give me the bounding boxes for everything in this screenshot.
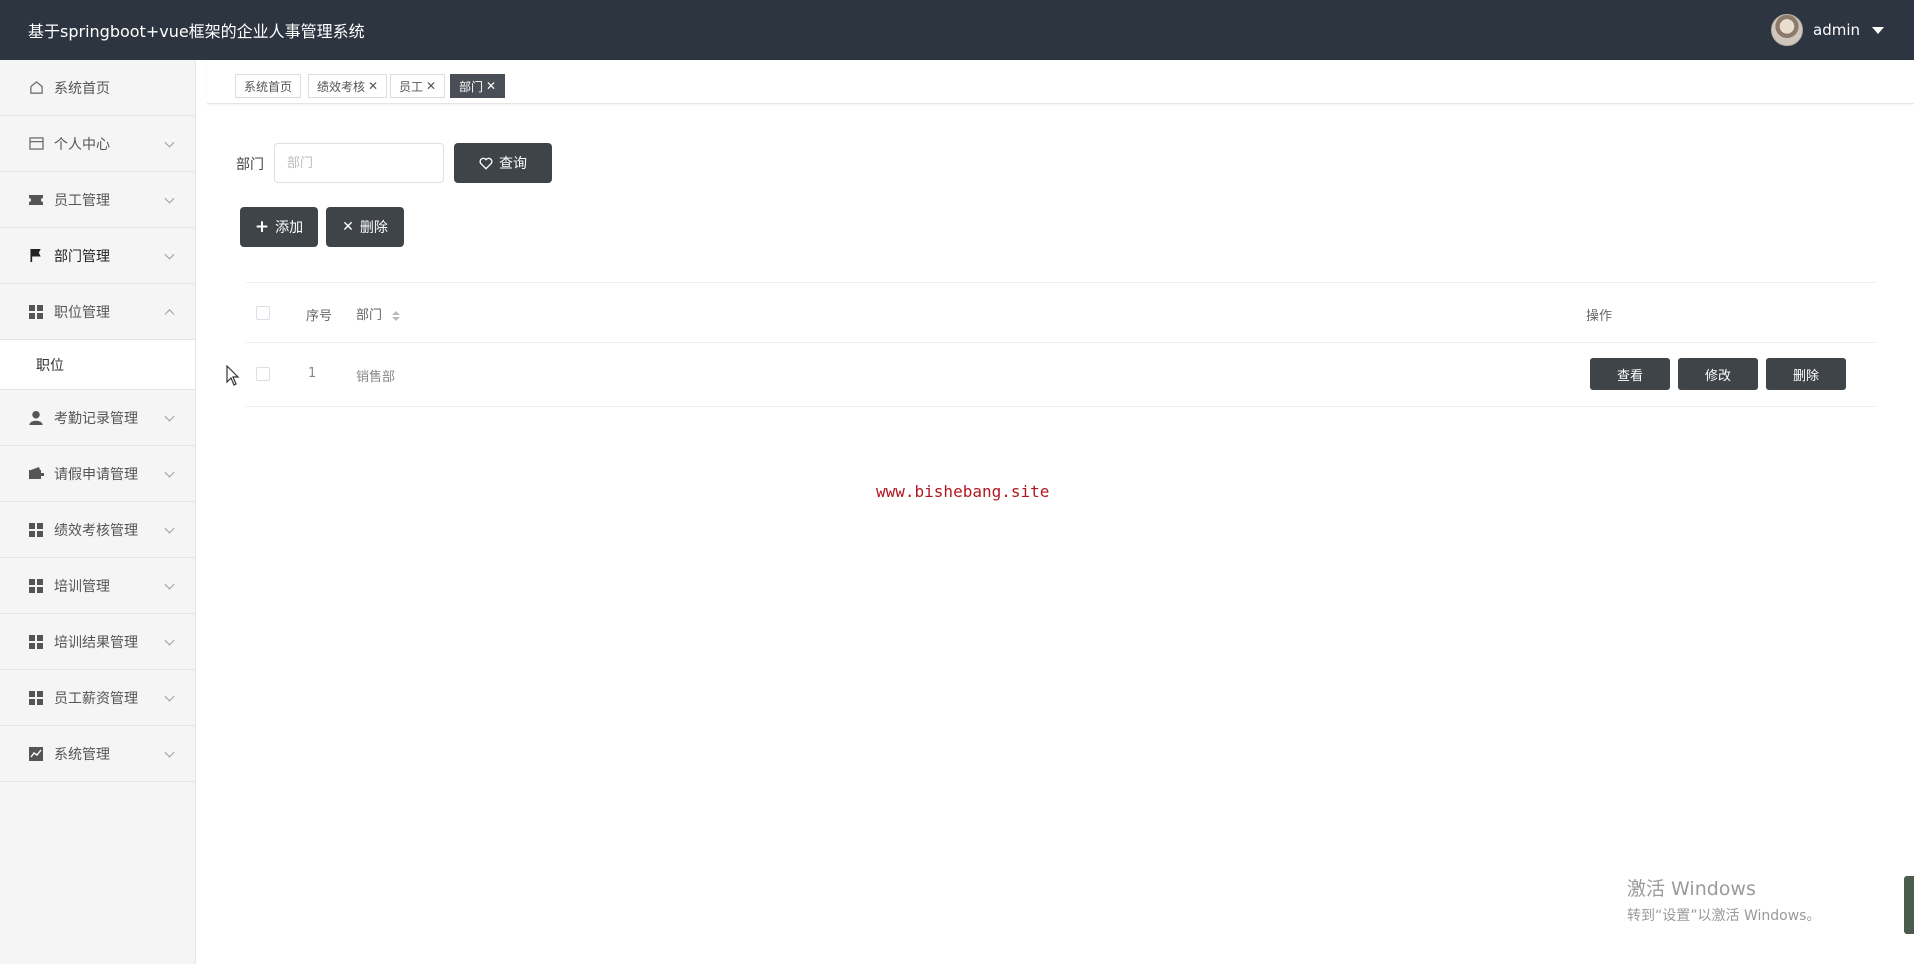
sidebar-item-employees[interactable]: 员工管理 — [0, 172, 195, 228]
sidebar-item-label: 绩效考核管理 — [54, 522, 138, 539]
sidebar-item-label: 员工管理 — [54, 192, 110, 209]
app-title: 基于springboot+vue框架的企业人事管理系统 — [28, 22, 365, 41]
grid-icon — [28, 522, 44, 538]
wallet-icon — [28, 466, 44, 482]
table-header: 序号 部门 操作 — [246, 283, 1876, 343]
sidebar-item-training[interactable]: 培训管理 — [0, 558, 195, 614]
home-icon — [28, 80, 44, 96]
tab-label: 员工 — [399, 79, 424, 94]
chevron-down-icon — [164, 747, 175, 758]
sidebar-item-label: 培训管理 — [54, 578, 110, 595]
sidebar-item-leave[interactable]: 请假申请管理 — [0, 446, 195, 502]
heart-icon — [479, 157, 493, 170]
tab-bar: 系统首页 绩效考核 ✕ 员工 ✕ 部门 ✕ — [207, 60, 1914, 104]
sidebar-item-label: 系统首页 — [54, 80, 110, 97]
add-button-label: 添加 — [275, 220, 304, 236]
tab-home[interactable]: 系统首页 — [235, 74, 302, 98]
top-header: 基于springboot+vue框架的企业人事管理系统 admin — [0, 0, 1914, 60]
user-icon — [28, 410, 44, 426]
tab-label: 系统首页 — [244, 79, 293, 94]
sidebar-item-label: 请假申请管理 — [54, 466, 138, 483]
chevron-down-icon — [164, 467, 175, 478]
table-row: 1 销售部 查看 修改 删除 — [246, 343, 1876, 407]
chevron-down-icon — [164, 635, 175, 646]
grid-icon — [28, 634, 44, 650]
chevron-down-icon — [164, 193, 175, 204]
tab-label: 部门 — [459, 79, 484, 94]
batch-delete-button[interactable]: ✕ 删除 — [326, 207, 404, 247]
sidebar-item-profile[interactable]: 个人中心 — [0, 116, 195, 172]
ticket-icon — [28, 192, 44, 208]
sidebar-item-label: 职位管理 — [54, 304, 110, 321]
sidebar-item-label: 个人中心 — [54, 136, 110, 153]
search-button-label: 查询 — [499, 156, 527, 172]
chevron-down-icon — [164, 579, 175, 590]
grid-icon — [28, 690, 44, 706]
department-table: 序号 部门 操作 1 销售部 查看 修改 删除 — [246, 282, 1876, 407]
chevron-up-icon — [164, 308, 175, 319]
windows-activation-notice: 激活 Windows 转到“设置”以激活 Windows。 — [1627, 874, 1820, 925]
submenu-item-label: 职位 — [36, 357, 64, 374]
watermark-text: www.bishebang.site — [876, 482, 1050, 501]
edit-button[interactable]: 修改 — [1678, 358, 1758, 390]
tab-performance[interactable]: 绩效考核 ✕ — [308, 74, 388, 98]
sidebar: 系统首页 个人中心 员工管理 部门管理 职位管理 职位 考勤记录管理 请假申请管… — [0, 60, 196, 964]
sidebar-item-label: 部门管理 — [54, 248, 110, 265]
sidebar-item-attendance[interactable]: 考勤记录管理 — [0, 390, 195, 446]
column-header-index: 序号 — [306, 309, 333, 324]
sidebar-item-performance[interactable]: 绩效考核管理 — [0, 502, 195, 558]
sidebar-item-label: 考勤记录管理 — [54, 410, 138, 427]
grid-icon — [28, 578, 44, 594]
submenu-item-position[interactable]: 职位 — [0, 340, 195, 390]
column-header-department[interactable]: 部门 — [356, 304, 401, 323]
column-header-ops: 操作 — [1586, 309, 1613, 324]
sort-icon[interactable] — [392, 310, 401, 321]
row-department: 销售部 — [356, 370, 396, 385]
sidebar-item-positions[interactable]: 职位管理 — [0, 284, 195, 340]
sidebar-item-label: 系统管理 — [54, 746, 110, 763]
tab-departments[interactable]: 部门 ✕ — [450, 74, 506, 98]
username[interactable]: admin — [1813, 21, 1860, 39]
add-button[interactable]: + 添加 — [240, 207, 318, 247]
column-header-department-label: 部门 — [356, 308, 383, 323]
chevron-down-icon — [164, 411, 175, 422]
x-icon: ✕ — [342, 219, 354, 235]
sidebar-item-home[interactable]: 系统首页 — [0, 60, 195, 116]
sidebar-item-departments[interactable]: 部门管理 — [0, 228, 195, 284]
sidebar-item-label: 员工薪资管理 — [54, 690, 138, 707]
grid-icon — [28, 304, 44, 320]
close-icon[interactable]: ✕ — [426, 79, 436, 93]
chart-icon — [28, 746, 44, 762]
search-label: 部门 — [236, 157, 264, 173]
sidebar-item-training-results[interactable]: 培训结果管理 — [0, 614, 195, 670]
select-all-checkbox[interactable] — [256, 306, 270, 320]
chevron-down-icon — [164, 137, 175, 148]
activation-title: 激活 Windows — [1627, 878, 1756, 900]
search-button[interactable]: 查询 — [454, 143, 552, 183]
delete-row-button[interactable]: 删除 — [1766, 358, 1846, 390]
chevron-down-icon — [164, 523, 175, 534]
sidebar-item-salary[interactable]: 员工薪资管理 — [0, 670, 195, 726]
tab-employees[interactable]: 员工 ✕ — [390, 74, 446, 98]
sidebar-item-label: 培训结果管理 — [54, 634, 138, 651]
chevron-down-icon — [164, 249, 175, 260]
activation-subtitle: 转到“设置”以激活 Windows。 — [1627, 908, 1821, 924]
tab-label: 绩效考核 — [317, 79, 366, 94]
view-button[interactable]: 查看 — [1590, 358, 1670, 390]
card-icon — [28, 136, 44, 152]
row-index: 1 — [308, 366, 317, 381]
plus-icon: + — [254, 216, 270, 237]
flag-icon — [28, 248, 44, 264]
side-widget-handle[interactable] — [1904, 876, 1914, 934]
chevron-down-icon — [164, 691, 175, 702]
department-search-input[interactable] — [274, 143, 444, 183]
delete-button-label: 删除 — [359, 220, 388, 236]
sidebar-item-system[interactable]: 系统管理 — [0, 726, 195, 782]
avatar[interactable] — [1771, 14, 1803, 46]
close-icon[interactable]: ✕ — [486, 79, 496, 93]
close-icon[interactable]: ✕ — [368, 79, 378, 93]
caret-down-icon[interactable] — [1872, 26, 1884, 34]
user-menu[interactable]: admin — [1771, 14, 1884, 46]
row-checkbox[interactable] — [256, 367, 270, 381]
